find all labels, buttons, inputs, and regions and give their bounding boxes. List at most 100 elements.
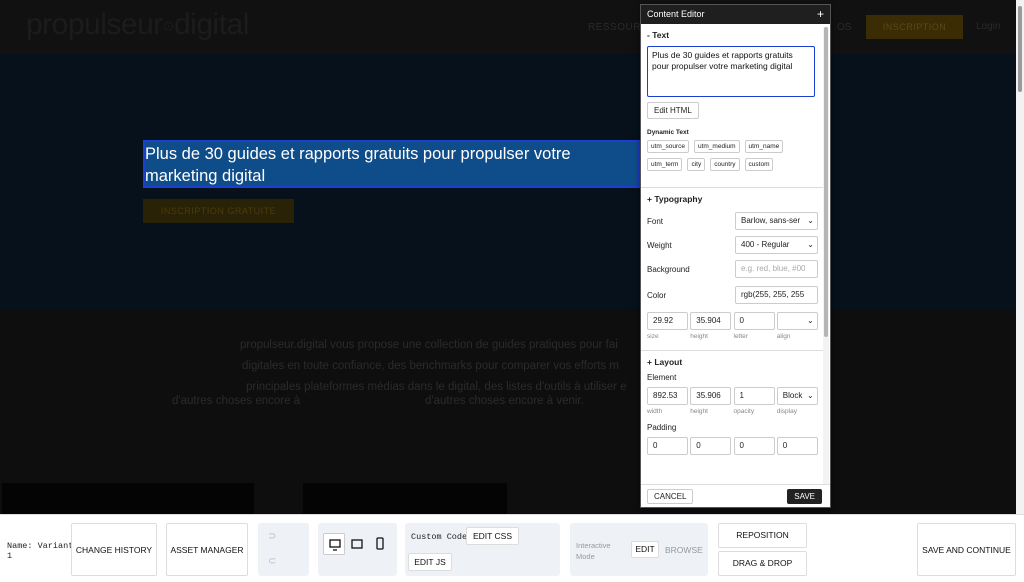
tablet-view-button[interactable]	[346, 533, 368, 555]
chevron-down-icon: ⌄	[807, 240, 814, 249]
editor-scrollbar[interactable]	[823, 27, 829, 485]
dynamic-tag-custom[interactable]: custom	[744, 158, 774, 171]
nav-signup-button[interactable]: INSCRIPTION	[866, 15, 963, 39]
cancel-button[interactable]: CANCEL	[647, 489, 694, 504]
intro-text-line: propulseur.digital vous propose une coll…	[240, 339, 618, 351]
display-select[interactable]: Block ⌄	[776, 387, 818, 405]
dynamic-tag-utm-medium[interactable]: utm_medium	[693, 140, 740, 153]
line-height-input[interactable]: 35.904	[690, 312, 732, 330]
padding-label: Padding	[647, 423, 677, 432]
font-select[interactable]: Barlow, sans-ser ⌄	[735, 212, 818, 230]
size-label: size	[647, 333, 659, 340]
element-height-label: height	[690, 408, 708, 415]
intro-text-line: digitales en toute confiance, des benchm…	[242, 360, 619, 372]
opacity-label: opacity	[733, 408, 755, 415]
layout-section-title[interactable]: + Layout	[647, 351, 818, 373]
content-editor-body: - Text Plus de 30 guides et rapports gra…	[641, 24, 824, 486]
typography-metrics: 29.92 size 35.904 height 0 letter ⌄ align	[647, 312, 818, 342]
dynamic-tag-utm-source[interactable]: utm_source	[647, 140, 689, 153]
desktop-icon	[329, 539, 341, 551]
interactive-browse-button[interactable]: BROWSE	[665, 545, 703, 555]
dynamic-tag-utm-term[interactable]: utm_term	[647, 158, 683, 171]
element-metrics: 892.53 width 35.906 height 1 opacity Block ⌄…	[647, 387, 818, 417]
align-label: align	[776, 333, 791, 340]
letter-spacing-input[interactable]: 0	[733, 312, 775, 330]
text-content-textarea[interactable]: Plus de 30 guides et rapports gratuits p…	[647, 46, 815, 97]
drag-drop-button[interactable]: DRAG & DROP	[718, 551, 807, 576]
intro-text-line: d'autres choses encore à	[172, 395, 301, 407]
chevron-down-icon: ⌄	[807, 216, 814, 225]
content-editor-header: Content Editor +	[641, 5, 830, 24]
expand-icon[interactable]: +	[817, 5, 824, 24]
padding-left-input[interactable]: 0	[776, 437, 818, 455]
redo-icon[interactable]: ⊂	[268, 556, 276, 567]
width-label: width	[647, 408, 663, 415]
align-select[interactable]: ⌄	[776, 312, 818, 330]
interactive-mode-group: Interactive Mode EDIT BROWSE	[570, 523, 708, 576]
page-scrollbar[interactable]	[1016, 0, 1024, 514]
display-label: display	[776, 408, 797, 415]
weight-select[interactable]: 400 - Regular ⌄	[735, 236, 818, 254]
guide-card	[2, 483, 254, 514]
nav-login-link[interactable]: Login	[976, 21, 1000, 32]
content-editor-panel: Content Editor + - Text Plus de 30 guide…	[640, 4, 831, 508]
bottom-toolbar: Name: Variant 1 CHANGE HISTORY ASSET MANA…	[0, 514, 1024, 582]
font-label: Font	[647, 216, 664, 226]
asset-manager-button[interactable]: ASSET MANAGER	[166, 523, 248, 576]
font-size-input[interactable]: 29.92	[647, 312, 688, 330]
typography-section-title[interactable]: + Typography	[647, 188, 818, 210]
variant-name: Name: Variant 1	[7, 541, 74, 561]
change-history-button[interactable]: CHANGE HISTORY	[71, 523, 157, 576]
dynamic-tag-country[interactable]: country	[710, 158, 740, 171]
interactive-edit-button[interactable]: EDIT	[631, 541, 659, 558]
chevron-down-icon: ⌄	[807, 391, 814, 400]
edit-js-button[interactable]: EDIT JS	[408, 553, 452, 571]
element-label: Element	[647, 373, 677, 382]
custom-code-group: Custom Code EDIT CSS EDIT JS	[405, 523, 560, 576]
width-input[interactable]: 892.53	[647, 387, 688, 405]
dynamic-tags: utm_source utm_medium utm_name utm_term …	[647, 140, 822, 171]
dynamic-tag-city[interactable]: city	[687, 158, 706, 171]
background-input[interactable]: e.g. red, blue, #00	[735, 260, 818, 278]
edit-html-button[interactable]: Edit HTML	[647, 102, 699, 119]
save-and-continue-button[interactable]: SAVE AND CONTINUE	[917, 523, 1016, 576]
nav-os-link[interactable]: OS	[837, 22, 851, 33]
intro-section: propulseur.digital vous propose une coll…	[0, 310, 1016, 514]
mobile-view-button[interactable]	[369, 533, 391, 555]
desktop-view-button[interactable]	[323, 533, 345, 555]
dynamic-text-label: Dynamic Text	[647, 129, 689, 136]
hero-cta-button[interactable]: INSCRIPTION GRATUITE	[143, 199, 294, 223]
mobile-icon	[376, 537, 384, 550]
undo-redo-group: ⊃ ⊂	[258, 523, 309, 576]
editor-footer: CANCEL SAVE	[641, 484, 830, 507]
interactive-mode-label: Interactive Mode	[576, 541, 611, 561]
guide-card	[303, 483, 507, 514]
tablet-icon	[351, 539, 363, 549]
website-preview: propulseur⊙digital RESSOURCES OS INSCRIP…	[0, 0, 1016, 514]
content-editor-title: Content Editor	[647, 9, 705, 19]
letter-label: letter	[733, 333, 748, 340]
hero-title-selected[interactable]: Plus de 30 guides et rapports gratuits p…	[143, 140, 640, 188]
weight-label: Weight	[647, 240, 672, 250]
editor-scrollbar-thumb[interactable]	[824, 27, 828, 337]
intro-text-line: d'autres choses encore à venir.	[425, 395, 584, 407]
color-input[interactable]: rgb(255, 255, 255	[735, 286, 818, 304]
undo-icon[interactable]: ⊃	[268, 531, 276, 542]
padding-bottom-input[interactable]: 0	[733, 437, 775, 455]
reposition-elements-button[interactable]: REPOSITION ELEMENTS	[718, 523, 807, 563]
site-header: propulseur⊙digital RESSOURCES OS INSCRIP…	[0, 0, 1016, 54]
chevron-down-icon: ⌄	[807, 316, 814, 325]
padding-right-input[interactable]: 0	[690, 437, 732, 455]
intro-text-line: principales plateformes médias dans le d…	[246, 381, 627, 393]
logo-mark-icon: ⊙	[162, 17, 175, 34]
custom-code-label: Custom Code	[411, 532, 468, 542]
text-section-title[interactable]: - Text	[647, 24, 818, 46]
padding-top-input[interactable]: 0	[647, 437, 688, 455]
dynamic-tag-utm-name[interactable]: utm_name	[744, 140, 784, 153]
page-scrollbar-thumb[interactable]	[1018, 6, 1022, 92]
edit-css-button[interactable]: EDIT CSS	[466, 527, 519, 545]
opacity-input[interactable]: 1	[733, 387, 775, 405]
element-height-input[interactable]: 35.906	[690, 387, 732, 405]
save-button[interactable]: SAVE	[787, 489, 822, 504]
site-logo: propulseur⊙digital	[26, 8, 249, 41]
